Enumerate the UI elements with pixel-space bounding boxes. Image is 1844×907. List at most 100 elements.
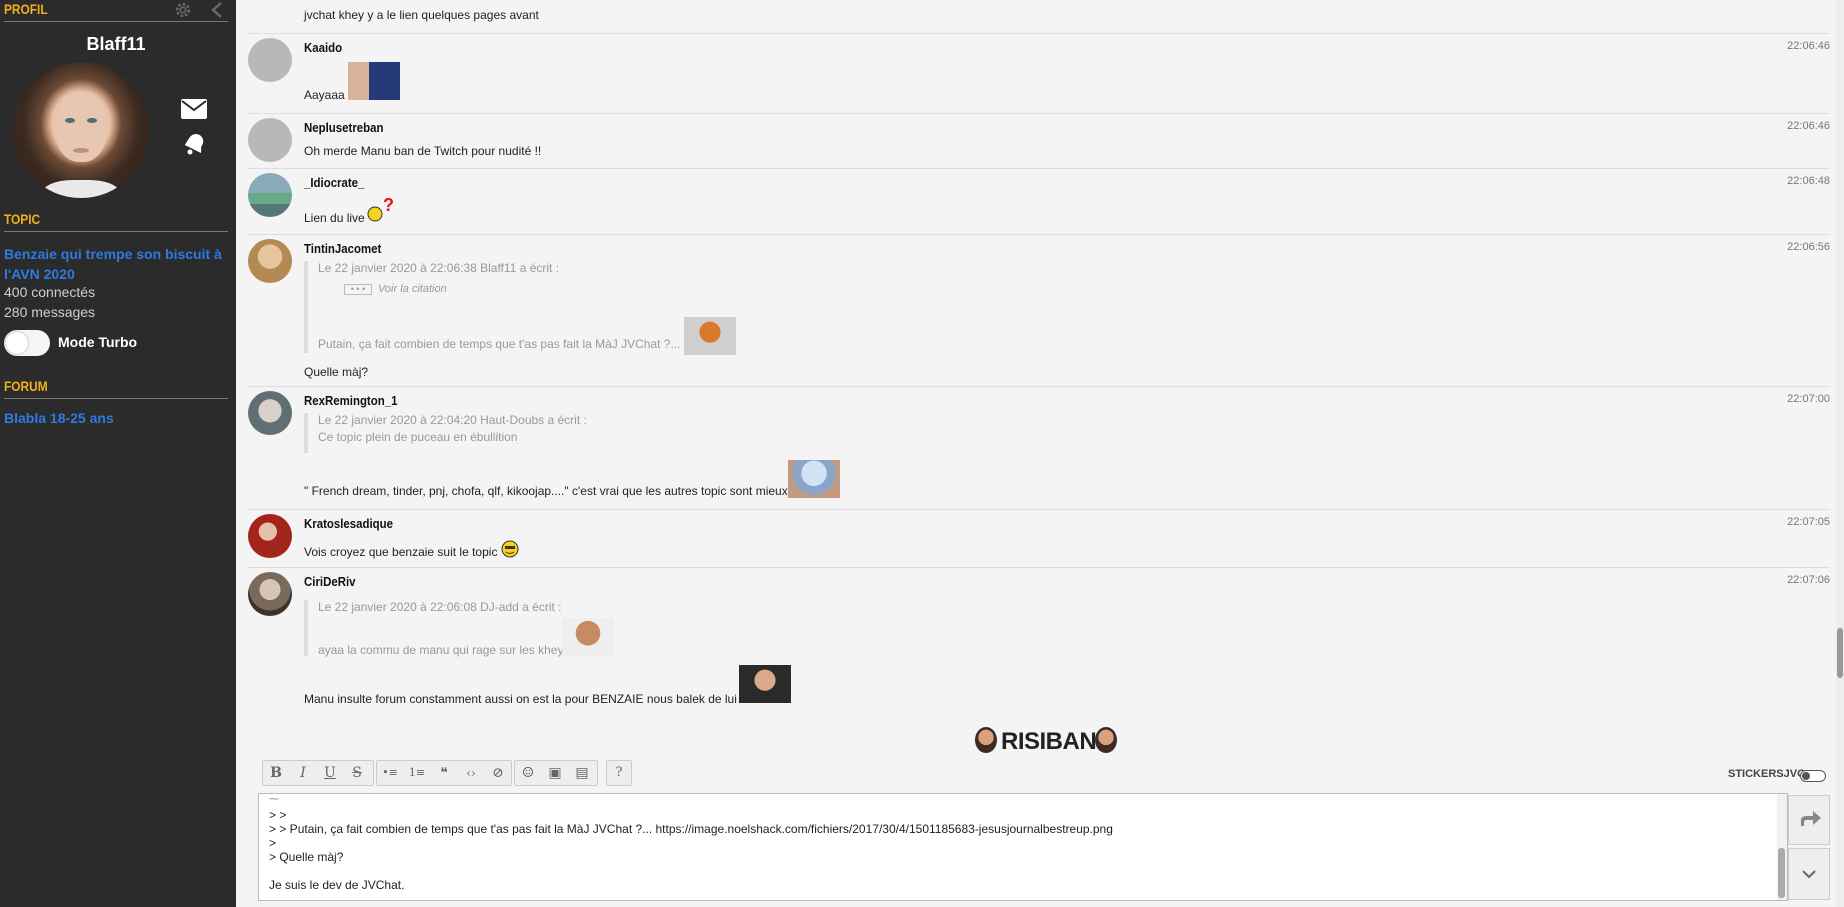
editor-line: > > xyxy=(269,808,287,822)
sticker-image[interactable] xyxy=(562,618,614,656)
message-author[interactable]: Kaaido xyxy=(304,40,347,55)
turbo-mode-label: Mode Turbo xyxy=(58,334,138,350)
gear-icon[interactable] xyxy=(174,1,192,19)
message-author[interactable]: CiriDeRiv xyxy=(304,574,363,589)
message-item: CiriDeRiv 22:07:06 Le 22 janvier 2020 à … xyxy=(248,568,1830,710)
editor-line: > > Putain, ça fait combien de temps que… xyxy=(269,822,1113,836)
smiley-button[interactable]: ☺ xyxy=(517,763,539,783)
message-list[interactable]: jvchat khey y a le lien quelques pages a… xyxy=(248,0,1830,710)
message-author[interactable]: TintinJacomet xyxy=(304,241,392,256)
sticker-image[interactable] xyxy=(348,62,400,100)
avatar[interactable] xyxy=(248,118,292,162)
page-scrollbar[interactable] xyxy=(1836,0,1844,907)
toolbar-group-help: ? xyxy=(606,760,632,786)
help-button[interactable]: ? xyxy=(608,763,630,783)
send-button[interactable] xyxy=(1788,795,1830,845)
italic-button[interactable]: I xyxy=(292,763,314,783)
avatar[interactable] xyxy=(248,391,292,435)
forum-link[interactable]: Blabla 18-25 ans xyxy=(4,410,114,426)
risibank-face-icon xyxy=(975,727,997,753)
quote-button[interactable]: ❝ xyxy=(433,763,455,783)
quote-header: Le 22 janvier 2020 à 22:04:20 Haut-Doubs… xyxy=(318,413,587,427)
sidebar: PROFIL Blaff11 TOPIC Benzaie qui trempe … xyxy=(0,0,236,907)
avatar[interactable] xyxy=(13,62,149,198)
quote-block: Le 22 janvier 2020 à 22:06:08 DJ-add a é… xyxy=(304,600,744,657)
message-time: 22:07:05 xyxy=(1787,516,1830,528)
sticker-image[interactable] xyxy=(788,460,840,498)
mail-icon[interactable] xyxy=(180,98,208,120)
message-text: jvchat khey y a le lien quelques pages a… xyxy=(304,8,539,22)
video-button[interactable]: ▤ xyxy=(571,763,593,783)
bold-button[interactable]: B xyxy=(265,763,287,783)
message-author[interactable]: RexRemington_1 xyxy=(304,393,410,408)
message-text: " French dream, tinder, pnj, chofa, qlf,… xyxy=(304,484,788,498)
profile-heading: PROFIL xyxy=(4,0,228,22)
message-time: 22:07:00 xyxy=(1787,393,1830,405)
avatar[interactable] xyxy=(248,514,292,558)
quote-block: Le 22 janvier 2020 à 22:04:20 Haut-Doubs… xyxy=(304,413,744,453)
message-item: Neplusetreban 22:06:46 Oh merde Manu ban… xyxy=(248,114,1830,169)
message-time: 22:06:48 xyxy=(1787,175,1830,187)
forum-heading: FORUM xyxy=(4,377,228,399)
quote-body: Putain, ça fait combien de temps que t'a… xyxy=(318,337,681,351)
topic-title-link[interactable]: Benzaie qui trempe son biscuit à l'AVN 2… xyxy=(4,244,230,284)
quote-header: Le 22 janvier 2020 à 22:06:08 DJ-add a é… xyxy=(318,600,562,614)
message-item: _Idiocrate_ 22:06:48 Lien du live ? xyxy=(248,169,1830,235)
bell-icon[interactable] xyxy=(182,130,206,156)
message-text: Vois croyez que benzaie suit le topic xyxy=(304,545,498,559)
turbo-mode-toggle[interactable] xyxy=(4,330,50,356)
avatar[interactable] xyxy=(248,38,292,82)
toolbar-group-text: B I U S xyxy=(262,760,374,786)
message-author[interactable]: _Idiocrate_ xyxy=(304,175,373,190)
risibank-face-icon xyxy=(1095,727,1117,753)
toolbar-group-media: ☺ ▣ ▤ xyxy=(514,760,598,786)
avatar[interactable] xyxy=(248,572,292,616)
underline-button[interactable]: U xyxy=(319,763,341,783)
expand-editor-button[interactable] xyxy=(1788,848,1830,900)
editor-scrollbar[interactable] xyxy=(1777,794,1787,900)
quote-body: Ce topic plein de puceau en ébullition xyxy=(318,430,518,444)
editor-line: Je suis le dev de JVChat. xyxy=(269,878,405,892)
numbered-list-button[interactable]: 1≡ xyxy=(406,763,428,783)
message-author[interactable]: Kratoslesadique xyxy=(304,516,405,531)
bullet-list-button[interactable]: •≡ xyxy=(379,763,401,783)
avatar[interactable] xyxy=(248,239,292,283)
chevron-down-icon xyxy=(1802,870,1816,879)
spoiler-button[interactable]: ⊘ xyxy=(487,763,509,783)
message-time: 22:07:06 xyxy=(1787,574,1830,586)
toolbar-group-blocks: •≡ 1≡ ❝ ‹› ⊘ xyxy=(376,760,512,786)
collapse-icon[interactable] xyxy=(210,1,224,19)
message-item: TintinJacomet 22:06:56 Le 22 janvier 202… xyxy=(248,235,1830,387)
message-item: Kratoslesadique 22:07:05 Vois croyez que… xyxy=(248,510,1830,568)
sticker-image[interactable] xyxy=(684,317,736,355)
app-root: PROFIL Blaff11 TOPIC Benzaie qui trempe … xyxy=(0,0,1844,907)
editor-line: > Quelle màj? xyxy=(269,850,344,864)
quote-header: Le 22 janvier 2020 à 22:06:38 Blaff11 a … xyxy=(318,261,560,275)
thinking-smiley-icon: ? xyxy=(367,197,394,222)
stickers-jvc-label: STICKERSJVC xyxy=(1728,768,1806,780)
image-button[interactable]: ▣ xyxy=(544,763,566,783)
message-time: 22:06:56 xyxy=(1787,241,1830,253)
show-quote-button[interactable]: • • • Voir la citation xyxy=(344,283,447,295)
sticker-image[interactable] xyxy=(739,665,791,703)
strikethrough-button[interactable]: S xyxy=(346,763,368,783)
message-text: Aayaaa xyxy=(304,88,345,102)
editor-cut-line: ⁓ xyxy=(269,794,279,805)
avatar[interactable] xyxy=(248,173,292,217)
message-text: Oh merde Manu ban de Twitch pour nudité … xyxy=(304,144,542,158)
message-text: Manu insulte forum constamment aussi on … xyxy=(304,692,737,706)
smiley-icon xyxy=(501,540,519,558)
message-item: jvchat khey y a le lien quelques pages a… xyxy=(248,0,1830,34)
message-item: RexRemington_1 22:07:00 Le 22 janvier 20… xyxy=(248,387,1830,510)
message-text: Quelle màj? xyxy=(304,365,369,379)
code-button[interactable]: ‹› xyxy=(460,763,482,783)
stickers-jvc-toggle[interactable] xyxy=(1800,770,1826,782)
quote-block: Le 22 janvier 2020 à 22:06:38 Blaff11 a … xyxy=(304,261,744,353)
message-author[interactable]: Neplusetreban xyxy=(304,120,394,135)
username: Blaff11 xyxy=(86,34,146,54)
message-editor[interactable]: ⁓ > > > > Putain, ça fait combien de tem… xyxy=(258,793,1788,901)
quote-body: ayaa la commu de manu qui rage sur les k… xyxy=(318,643,564,657)
message-text: Lien du live xyxy=(304,211,365,225)
message-count: 280 messages xyxy=(4,304,96,320)
message-time: 22:06:46 xyxy=(1787,40,1830,52)
